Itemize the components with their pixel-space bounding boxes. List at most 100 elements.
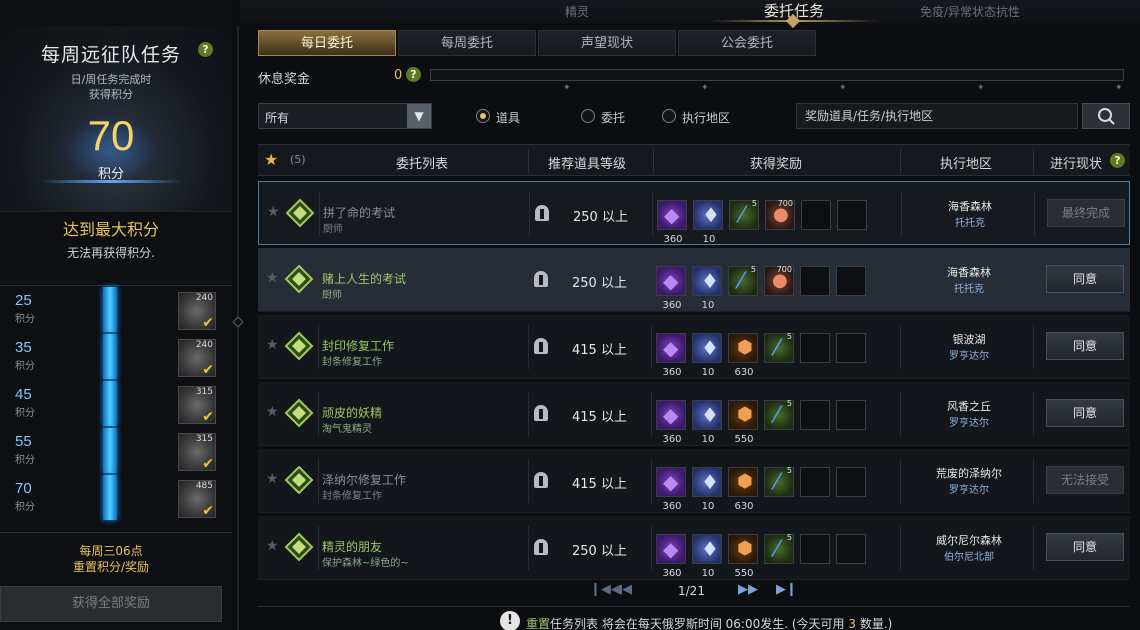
category-select[interactable]: 所有 ▼: [258, 103, 432, 129]
accept-button[interactable]: 同意: [1046, 265, 1124, 293]
reward-stack: 5: [751, 199, 757, 208]
quest-name: 精灵的朋友: [322, 540, 383, 554]
row-separator: [651, 392, 652, 436]
reward-count: 360: [662, 434, 682, 445]
milestone-value: 25: [15, 292, 32, 309]
milestone-reward-icon[interactable]: 240 ✔: [178, 339, 216, 378]
row-separator: [900, 392, 901, 436]
last-page-icon[interactable]: ▶❙: [776, 582, 797, 597]
help-icon[interactable]: ?: [198, 42, 213, 57]
reward-heart-icon[interactable]: 700: [764, 265, 794, 296]
category-select-value: 所有: [265, 111, 290, 125]
tab-guild[interactable]: 公会委托: [678, 30, 816, 56]
next-page-icon[interactable]: ▶▶: [738, 582, 758, 597]
radio-label: 委托: [601, 111, 626, 125]
row-separator: [528, 258, 529, 302]
quest-row[interactable]: ★ 精灵的朋友保护森林~绿色的~ 250 以上 360 10 550 5 威尔尼尔森林伯尔尼北…: [258, 516, 1130, 580]
chevron-down-icon[interactable]: ▼: [407, 104, 431, 128]
accept-button[interactable]: 同意: [1046, 332, 1124, 360]
reward-pot-icon[interactable]: 5: [764, 533, 794, 564]
favorite-star-icon[interactable]: ★: [266, 404, 279, 420]
search-button[interactable]: [1082, 103, 1130, 129]
quest-row[interactable]: ★ 泽纳尔修复工作封条修复工作 415 以上 360 10 630 5 荒废的泽纳尔罗亨达尔 无…: [258, 449, 1130, 513]
radio-dot[interactable]: [581, 109, 595, 123]
milestone-reward-icon[interactable]: 240 ✔: [178, 292, 216, 331]
milestone-track: 25 积分 240 ✔ 35 积分 240 ✔ 45 积分 315 ✔ 55 积…: [0, 285, 232, 533]
reward-dia-icon[interactable]: 10: [692, 534, 722, 579]
quest-emblem-icon: [284, 264, 314, 294]
reward-pot-icon[interactable]: 5: [729, 199, 759, 230]
reward-exp-icon[interactable]: 360: [656, 534, 686, 579]
quest-row[interactable]: ★ 顽皮的妖精淘气鬼精灵 415 以上 360 10 550 5 风香之丘罗亨达尔 同意: [258, 382, 1130, 446]
radio-dot[interactable]: [476, 109, 490, 123]
reward-count: 360: [662, 300, 682, 311]
check-icon: ✔: [202, 362, 214, 378]
reward-gem-icon[interactable]: 630: [728, 467, 758, 512]
reward-pot-icon[interactable]: 5: [764, 332, 794, 363]
quest-npc: 封条修复工作: [322, 357, 382, 368]
reward-exp-icon[interactable]: 360: [656, 467, 686, 512]
status-button[interactable]: 无法接受: [1046, 466, 1124, 494]
favorite-star-icon[interactable]: ★: [264, 150, 278, 169]
milestone-reward-icon[interactable]: 315 ✔: [178, 433, 216, 472]
tab-weekly[interactable]: 每周委托: [398, 30, 536, 56]
reward-gem-icon[interactable]: 550: [728, 534, 758, 579]
favorite-star-icon[interactable]: ★: [266, 270, 279, 286]
milestone-unit: 积分: [15, 408, 35, 419]
reward-exp-icon[interactable]: 360: [656, 333, 686, 378]
favorite-star-icon[interactable]: ★: [267, 204, 280, 220]
menu-item-elf[interactable]: 精灵: [565, 3, 589, 20]
reward-exp-icon[interactable]: 360: [656, 400, 686, 445]
tab-daily[interactable]: 每日委托: [258, 30, 396, 56]
reward-count: 10: [702, 234, 716, 245]
accept-button[interactable]: 同意: [1046, 533, 1124, 561]
reward-count: 240: [195, 293, 213, 303]
row-separator: [901, 192, 902, 236]
reward-dia-icon[interactable]: 10: [693, 200, 723, 245]
milestone-value: 70: [15, 480, 32, 497]
radio-dot[interactable]: [662, 109, 676, 123]
reward-exp-icon[interactable]: 360: [657, 200, 687, 245]
help-icon[interactable]: ?: [406, 67, 421, 82]
quest-area: 海香森林: [948, 200, 992, 213]
reward-exp-icon[interactable]: 360: [656, 266, 686, 311]
reward-pot-icon[interactable]: 5: [728, 265, 758, 296]
quest-row[interactable]: ★ 拼了命的考试厨师 250 以上 360 10 5 700 海香森林托托克 最终完成: [258, 181, 1130, 245]
recommended-level: 415 以上: [572, 477, 627, 492]
reward-dia-icon[interactable]: 10: [692, 400, 722, 445]
reward-count: 10: [701, 501, 715, 512]
empty-reward-slot: [836, 467, 866, 497]
accept-button[interactable]: 同意: [1046, 399, 1124, 427]
help-icon[interactable]: ?: [1110, 153, 1125, 168]
header-level: 推荐道具等级: [548, 157, 627, 172]
tab-reputation[interactable]: 声望现状: [538, 30, 676, 56]
empty-reward-slot: [836, 333, 866, 363]
status-button[interactable]: 最终完成: [1047, 199, 1125, 227]
claim-all-button[interactable]: 获得全部奖励: [0, 586, 222, 622]
empty-reward-slot: [800, 333, 830, 363]
quest-row[interactable]: ★ 封印修复工作封条修复工作 415 以上 360 10 630 5 银波湖罗亨达尔 同意: [258, 315, 1130, 379]
quest-name: 拼了命的考试: [323, 206, 396, 220]
favorite-star-icon[interactable]: ★: [266, 538, 279, 554]
reward-pot-icon[interactable]: 5: [764, 466, 794, 497]
quest-name: 泽纳尔修复工作: [322, 473, 407, 487]
row-separator: [318, 325, 319, 369]
search-input[interactable]: [796, 103, 1078, 129]
reward-dia-icon[interactable]: 10: [692, 333, 722, 378]
row-separator: [652, 192, 653, 236]
menu-item-resistance[interactable]: 免疫/异常状态抗性: [920, 3, 1020, 20]
quest-row[interactable]: ★ 赌上人生的考试厨师 250 以上 360 10 5 700 海香森林托托克 同意: [258, 248, 1130, 312]
milestone-reward-icon[interactable]: 485 ✔: [178, 480, 216, 519]
reward-dia-icon[interactable]: 10: [692, 266, 722, 311]
reward-gem-icon[interactable]: 630: [728, 333, 758, 378]
prev-page-icon[interactable]: ◀◀: [612, 582, 632, 597]
row-separator: [651, 258, 652, 302]
reward-pot-icon[interactable]: 5: [764, 399, 794, 430]
milestone-reward-icon[interactable]: 315 ✔: [178, 386, 216, 425]
reward-dia-icon[interactable]: 10: [692, 467, 722, 512]
favorite-star-icon[interactable]: ★: [266, 471, 279, 487]
row-separator: [1033, 459, 1034, 503]
reward-gem-icon[interactable]: 550: [728, 400, 758, 445]
reward-heart-icon[interactable]: 700: [765, 199, 795, 230]
favorite-star-icon[interactable]: ★: [266, 337, 279, 353]
